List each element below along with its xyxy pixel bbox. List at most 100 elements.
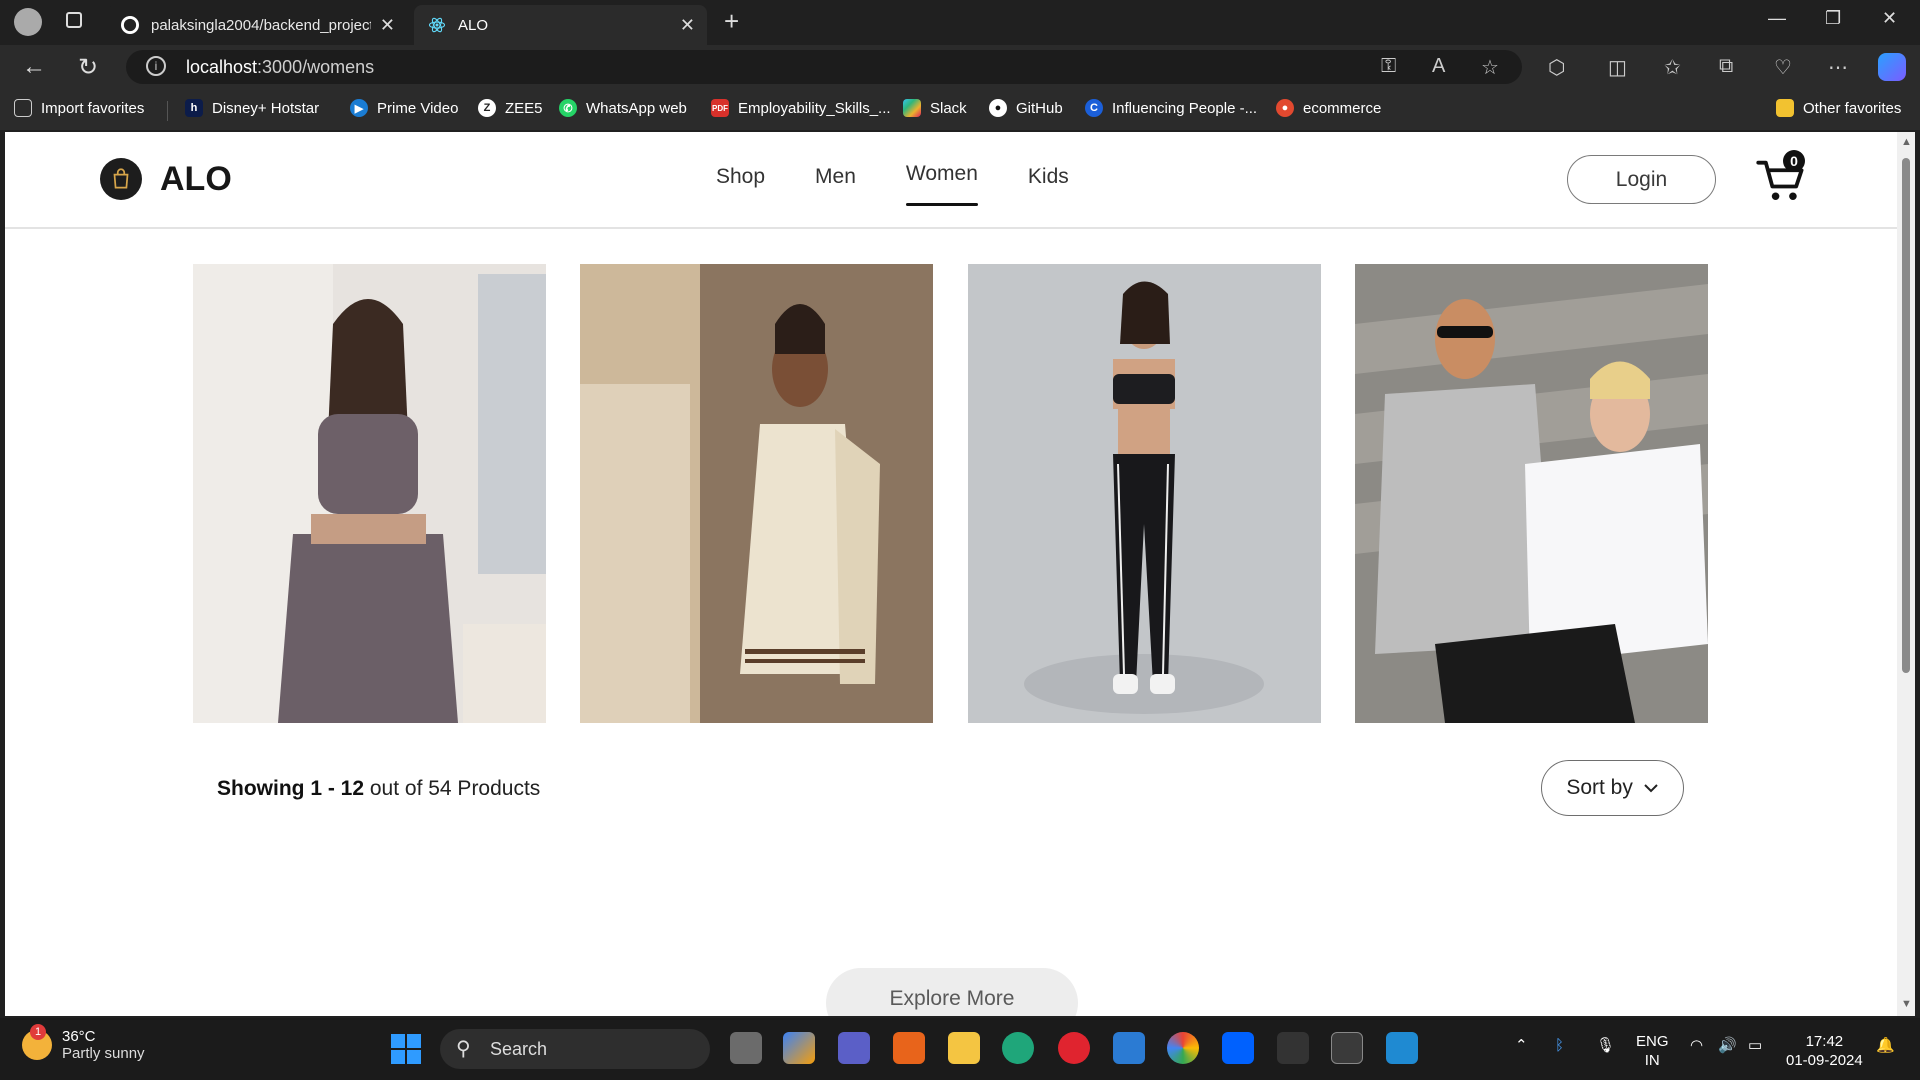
task-view-icon[interactable] — [730, 1032, 762, 1064]
favorite-slack[interactable]: Slack — [903, 99, 967, 117]
copilot-app-icon[interactable] — [783, 1032, 815, 1064]
favorite-star-icon[interactable]: ☆ — [1481, 55, 1499, 80]
tab-alo[interactable]: ALO ✕ — [414, 5, 707, 45]
new-tab-icon[interactable]: + — [724, 6, 739, 37]
edge-icon[interactable] — [1002, 1032, 1034, 1064]
favorite-import[interactable]: Import favorites — [14, 99, 144, 117]
extensions-icon[interactable]: ⬡ — [1548, 55, 1565, 80]
bolt-app-icon[interactable] — [1277, 1032, 1309, 1064]
login-button[interactable]: Login — [1567, 155, 1716, 204]
results-total: out of 54 Products — [364, 777, 541, 800]
product-card-4[interactable] — [1355, 264, 1708, 723]
ecommerce-icon: ● — [1276, 99, 1294, 117]
profile-avatar[interactable] — [14, 8, 42, 36]
favorite-github[interactable]: ● GitHub — [989, 99, 1063, 117]
favorite-label: Disney+ Hotstar — [212, 99, 320, 117]
tab-actions-icon[interactable] — [66, 12, 82, 28]
more-icon[interactable]: ⋯ — [1828, 55, 1848, 80]
copilot-icon[interactable] — [1878, 53, 1906, 81]
favorite-label: Prime Video — [377, 99, 459, 117]
minimize-icon[interactable]: — — [1768, 8, 1786, 29]
tab-title: palaksingla2004/backend_project — [151, 16, 371, 34]
chrome-icon[interactable] — [1167, 1032, 1199, 1064]
refresh-icon[interactable]: ↻ — [78, 53, 98, 82]
volume-icon[interactable]: 🔊 — [1718, 1036, 1737, 1055]
restore-icon[interactable]: ❐ — [1825, 8, 1841, 29]
address-bar[interactable]: i localhost:3000/womens — [126, 50, 1522, 84]
sun-cloud-icon: 1 — [22, 1024, 52, 1060]
opera-icon[interactable] — [1058, 1032, 1090, 1064]
product-card-3[interactable] — [968, 264, 1321, 723]
nav-kids[interactable]: Kids — [1028, 165, 1069, 189]
favorite-hotstar[interactable]: h Disney+ Hotstar — [185, 99, 319, 117]
favorites-icon[interactable]: ✩ — [1664, 55, 1681, 80]
tab-title: ALO — [458, 16, 489, 34]
prime-video-icon: ▶ — [350, 99, 368, 117]
close-tab-icon[interactable]: ✕ — [380, 15, 395, 36]
key-icon[interactable]: ⚿ — [1381, 55, 1396, 78]
microphone-icon[interactable]: 🎙 — [1596, 1036, 1615, 1055]
lang-code: ENG — [1636, 1033, 1669, 1050]
favorite-influencing[interactable]: C Influencing People -... — [1085, 99, 1257, 117]
favorite-other[interactable]: Other favorites — [1776, 99, 1901, 117]
file-explorer-icon[interactable] — [948, 1032, 980, 1064]
nav-shop[interactable]: Shop — [716, 165, 765, 189]
mail-icon[interactable] — [1113, 1032, 1145, 1064]
read-aloud-icon[interactable]: A — [1432, 55, 1445, 78]
product-card-1[interactable] — [193, 264, 546, 723]
site-info-icon[interactable]: i — [146, 56, 166, 76]
bluetooth-icon[interactable]: ᛒ — [1555, 1036, 1564, 1055]
close-window-icon[interactable]: ✕ — [1882, 8, 1897, 29]
tab-github[interactable]: palaksingla2004/backend_project ✕ — [107, 5, 407, 45]
scroll-down-icon[interactable]: ▼ — [1901, 998, 1912, 1010]
product-image-4 — [1355, 264, 1708, 723]
explore-more-button[interactable]: Explore More — [826, 968, 1078, 1016]
terminal-icon[interactable] — [1331, 1032, 1363, 1064]
nav-women[interactable]: Women — [905, 162, 978, 206]
pdf-icon: PDF — [711, 99, 729, 117]
scroll-up-icon[interactable]: ▲ — [1901, 136, 1912, 148]
search-icon: ⚲ — [456, 1038, 471, 1060]
show-hidden-icons[interactable]: ⌃ — [1515, 1036, 1528, 1055]
clock[interactable]: 17:42 01-09-2024 — [1786, 1032, 1863, 1070]
back-icon[interactable]: ← — [22, 53, 46, 81]
favorite-label: ecommerce — [1303, 99, 1382, 117]
browser-tab-bar: palaksingla2004/backend_project ✕ ALO ✕ … — [0, 0, 1920, 45]
notifications-icon[interactable]: 🔔 — [1876, 1036, 1895, 1055]
favorite-ecommerce[interactable]: ● ecommerce — [1276, 99, 1381, 117]
site-logo[interactable]: ALO — [100, 158, 232, 200]
battery-icon[interactable]: ▭ — [1748, 1036, 1762, 1055]
product-card-2[interactable] — [580, 264, 933, 723]
brand-name: ALO — [160, 159, 232, 198]
vscode-icon[interactable] — [1386, 1032, 1418, 1064]
product-image-1 — [193, 264, 546, 723]
cq-app-icon[interactable] — [893, 1032, 925, 1064]
split-screen-icon[interactable]: ◫ — [1608, 55, 1627, 80]
taskbar-search[interactable]: ⚲ Search — [440, 1029, 710, 1069]
sort-label: Sort by — [1566, 776, 1633, 799]
health-icon[interactable]: ♡ — [1774, 55, 1792, 80]
favorite-employability[interactable]: PDF Employability_Skills_... — [711, 99, 891, 117]
sort-by-button[interactable]: Sort by — [1541, 760, 1684, 816]
favorite-prime[interactable]: ▶ Prime Video — [350, 99, 458, 117]
teams-icon[interactable] — [838, 1032, 870, 1064]
main-nav: Shop Men Women Kids — [716, 162, 1119, 206]
favorite-label: Import favorites — [41, 99, 145, 117]
shopping-bag-icon — [100, 158, 142, 200]
windows-start-icon[interactable] — [391, 1034, 421, 1064]
zee5-icon: Z — [478, 99, 496, 117]
favorite-whatsapp[interactable]: ✆ WhatsApp web — [559, 99, 687, 117]
favorite-zee5[interactable]: Z ZEE5 — [478, 99, 543, 117]
nav-men[interactable]: Men — [815, 165, 856, 189]
close-tab-icon[interactable]: ✕ — [680, 15, 695, 36]
language-indicator[interactable]: ENG IN — [1636, 1032, 1669, 1070]
wifi-icon[interactable]: ◠ — [1690, 1036, 1703, 1055]
collections-icon[interactable]: ⧉ — [1719, 55, 1733, 78]
react-icon — [428, 16, 446, 34]
dropbox-icon[interactable] — [1222, 1032, 1254, 1064]
page-scrollbar[interactable]: ▲ ▼ — [1897, 132, 1915, 1016]
folder-icon — [1776, 99, 1794, 117]
github-icon: ● — [989, 99, 1007, 117]
weather-widget[interactable]: 1 36°C Partly sunny — [22, 1024, 145, 1062]
scroll-thumb[interactable] — [1902, 158, 1910, 673]
